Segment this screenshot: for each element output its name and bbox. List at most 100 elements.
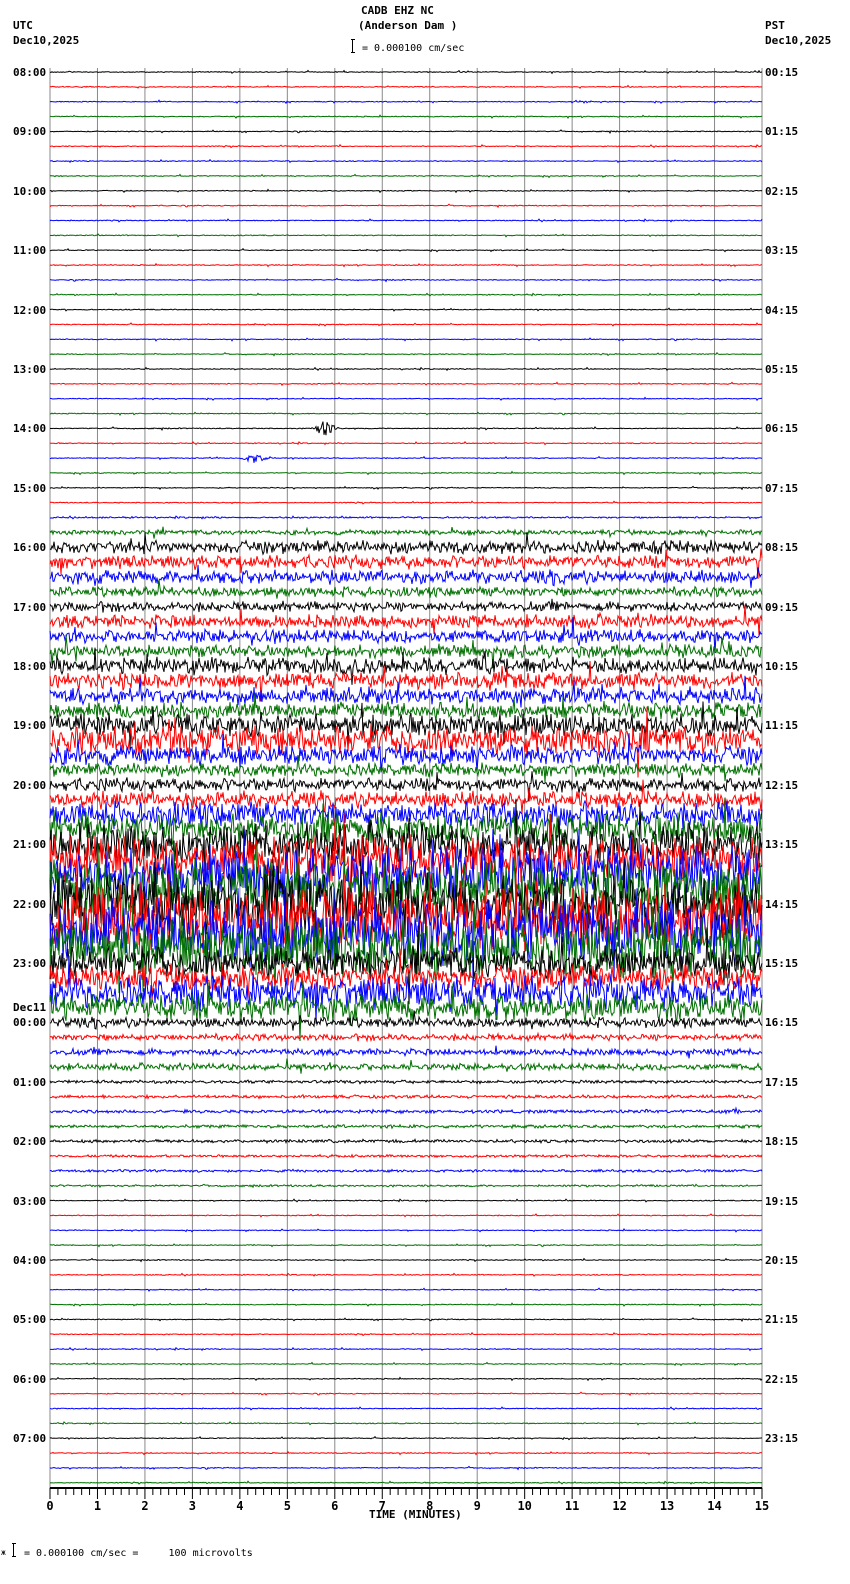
trace-row	[50, 1168, 763, 1174]
seismogram-plot: 0 1 2 3 4 5 6 7 8 9 10 11 12 13 14 15	[46, 68, 769, 1513]
trace-row	[49, 532, 763, 556]
trace-row	[49, 143, 763, 149]
right-time-label: 00:15	[765, 66, 799, 79]
right-time-label: 04:15	[765, 303, 799, 317]
trace-row	[49, 1198, 762, 1203]
right-time-label: 05:15	[765, 363, 799, 376]
right-time-label: 13:15	[765, 838, 799, 852]
trace-row	[49, 1317, 763, 1322]
left-time-label: 10:00	[13, 184, 47, 198]
trace-row	[49, 1031, 763, 1043]
trace-row	[50, 158, 763, 164]
x-tick-label: 3	[189, 1499, 196, 1513]
x-tick-label: 6	[331, 1499, 338, 1513]
trace-row	[49, 1361, 763, 1367]
trace-row	[49, 485, 763, 491]
trace-row	[49, 307, 763, 312]
trace-row	[49, 1406, 763, 1411]
left-time-label: 22:00	[13, 897, 47, 911]
right-time-label: 08:15	[765, 541, 799, 555]
trace-row	[49, 1243, 763, 1248]
trace-row	[49, 1153, 763, 1159]
right-time-label: 18:15	[765, 1135, 799, 1149]
left-time-label: 21:00	[13, 838, 47, 852]
left-time-label: 04:00	[13, 1254, 47, 1267]
trace-row	[49, 99, 763, 105]
trace-row	[49, 515, 763, 520]
trace-row	[49, 381, 763, 387]
left-time-label: 17:00	[13, 600, 47, 614]
left-time-label: 20:00	[13, 778, 47, 792]
trace-row	[49, 1045, 763, 1059]
x-tick-label: 5	[284, 1499, 291, 1513]
trace-row	[49, 1093, 763, 1100]
left-time-label: 02:00	[13, 1135, 47, 1149]
left-time-label: 23:00	[13, 957, 47, 970]
x-tick-label: 2	[141, 1499, 148, 1513]
trace-row	[49, 69, 763, 75]
trace-row	[49, 1480, 763, 1485]
trace-row	[49, 1465, 762, 1471]
right-time-label: 02:15	[765, 184, 799, 198]
x-tick-label: 0	[46, 1499, 53, 1513]
trace-row	[49, 396, 763, 402]
right-time-label: 11:15	[765, 719, 799, 733]
trace-row	[49, 262, 762, 268]
trace-row	[49, 1435, 763, 1441]
left-time-label: 07:00	[13, 1432, 47, 1446]
right-time-label: 09:15	[765, 600, 799, 614]
left-time-label: 13:00	[13, 363, 47, 376]
trace-row	[49, 292, 763, 297]
left-time-label: 15:00	[13, 481, 47, 495]
x-tick-label: 10	[517, 1499, 531, 1513]
trace-row	[49, 233, 763, 238]
trace-row	[49, 421, 763, 436]
x-tick-label: 9	[474, 1499, 481, 1513]
left-time-label: 06:00	[13, 1372, 47, 1386]
right-time-label: 16:15	[765, 1016, 799, 1030]
trace-row	[49, 1106, 763, 1115]
left-time-label: 01:00	[13, 1075, 47, 1089]
trace-row	[49, 203, 763, 209]
left-time-label: 14:00	[13, 422, 47, 436]
right-time-label: 20:15	[765, 1254, 799, 1267]
trace-row	[49, 1272, 763, 1277]
trace-row	[49, 440, 763, 446]
trace-row	[49, 1123, 763, 1130]
trace-row	[49, 1228, 763, 1233]
trace-row	[49, 1138, 763, 1145]
trace-row	[49, 579, 763, 599]
x-tick-label: 11	[565, 1499, 579, 1513]
right-time-label: 03:15	[765, 244, 799, 258]
trace-row	[49, 564, 763, 588]
trace-row	[49, 129, 763, 134]
trace-row	[49, 351, 763, 357]
trace-row	[50, 1346, 763, 1352]
left-time-label: 11:00	[13, 244, 47, 258]
trace-row	[49, 1183, 762, 1189]
trace-row	[49, 277, 763, 283]
right-time-label: 06:15	[765, 422, 799, 436]
trace-row	[49, 366, 763, 372]
trace-row	[49, 526, 763, 539]
trace-row	[49, 500, 763, 505]
left-time-label: 09:00	[13, 125, 47, 139]
right-time-label: 15:15	[765, 957, 799, 970]
right-time-label: 14:15	[765, 897, 799, 911]
trace-row	[49, 1058, 763, 1074]
trace-row	[49, 675, 763, 708]
right-time-label: 01:15	[765, 125, 799, 139]
x-tick-label: 1	[94, 1499, 101, 1513]
trace-row	[49, 188, 763, 194]
right-time-label: 10:15	[765, 660, 799, 673]
trace-row	[50, 247, 763, 253]
trace-row	[49, 322, 763, 327]
left-day-label: Dec11	[13, 1001, 47, 1015]
trace-row	[50, 1302, 763, 1307]
left-time-label: 05:00	[13, 1313, 47, 1327]
footer-mark: ж	[1, 1548, 6, 1557]
trace-row	[49, 337, 763, 342]
trace-row	[49, 411, 763, 416]
trace-row	[49, 1287, 763, 1292]
trace-row	[49, 660, 763, 702]
